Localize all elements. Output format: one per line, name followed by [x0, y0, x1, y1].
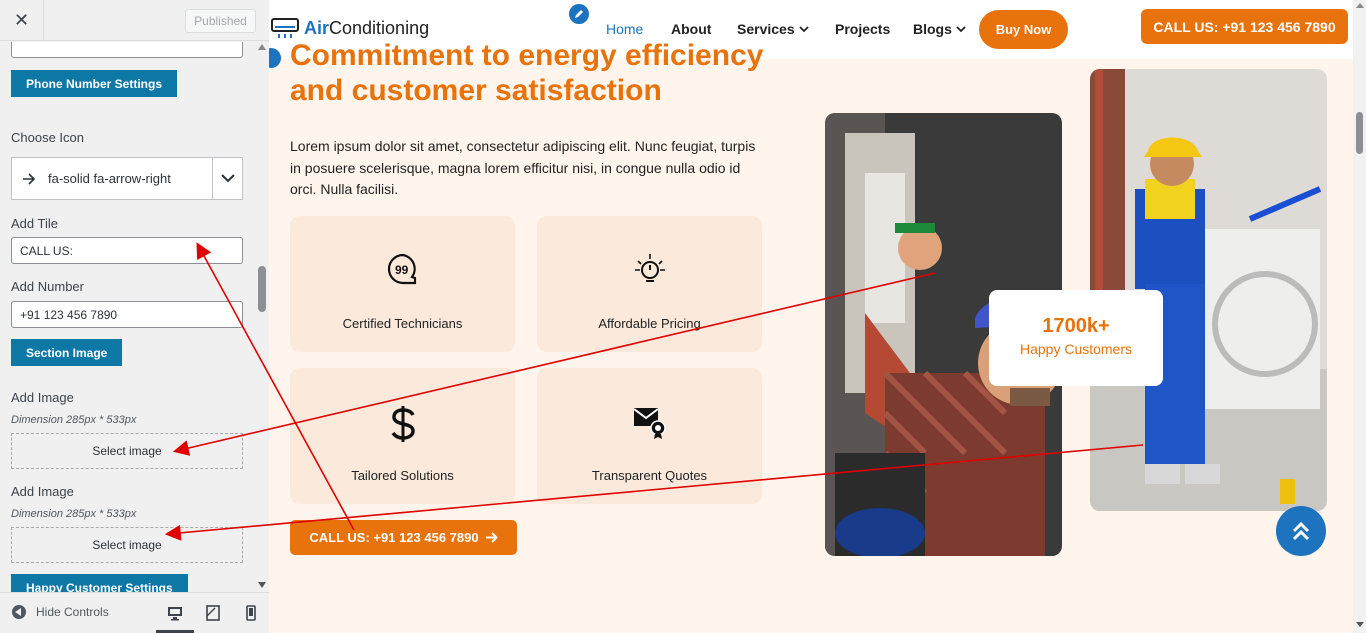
icon-select-value: fa-solid fa-arrow-right: [48, 171, 171, 186]
logo-rest: Conditioning: [329, 17, 430, 38]
image-dimension-hint: Dimension 285px * 533px: [11, 508, 137, 520]
number-input[interactable]: +91 123 456 7890: [11, 301, 243, 328]
sidebar-footer: Hide Controls: [0, 592, 269, 633]
feature-label: Affordable Pricing: [598, 316, 701, 331]
scroll-up-icon[interactable]: [258, 44, 266, 50]
choose-icon-label: Choose Icon: [11, 130, 84, 145]
ac-unit-icon: [271, 18, 299, 38]
customizer-sidebar: ✕ Published Phone Number Settings Choose…: [0, 0, 269, 633]
sidebar-scrollbar[interactable]: [256, 42, 269, 592]
logo-brand: Air: [304, 17, 330, 38]
previous-field[interactable]: [11, 42, 243, 58]
edit-shortcut-button[interactable]: [567, 2, 591, 26]
close-button[interactable]: ✕: [0, 0, 44, 41]
nav-home[interactable]: Home: [606, 21, 643, 37]
section-image-button[interactable]: Section Image: [11, 339, 123, 366]
scroll-thumb[interactable]: [1356, 112, 1363, 154]
section-headline: Commitment to energy efficiency and cust…: [290, 38, 790, 108]
scroll-to-top-button[interactable]: [1276, 506, 1326, 556]
mail-badge-icon: [632, 408, 666, 439]
feature-label: Transparent Quotes: [591, 468, 708, 483]
site-logo[interactable]: AirConditioning: [271, 17, 429, 39]
feature-card: 99 Certified Technicians: [290, 216, 515, 352]
image-dimension-hint: Dimension 285px * 533px: [11, 414, 137, 426]
chevron-down-icon: [956, 25, 966, 32]
select-image-button[interactable]: Select image: [11, 433, 243, 469]
nav-about[interactable]: About: [671, 21, 711, 37]
buy-now-button[interactable]: Buy Now: [979, 10, 1068, 49]
title-input[interactable]: CALL US:: [11, 237, 243, 264]
nav-services-label: Services: [737, 21, 795, 37]
double-chevron-up-icon: [1292, 521, 1310, 541]
phone-number-settings-button[interactable]: Phone Number Settings: [11, 70, 178, 97]
chevron-down-icon: [220, 174, 235, 183]
scroll-thumb[interactable]: [258, 266, 266, 312]
headline-line-2: and customer satisfaction: [290, 74, 662, 107]
feature-card: Transparent Quotes: [537, 368, 762, 504]
nav-blogs-label: Blogs: [913, 21, 952, 37]
happy-customer-settings-button[interactable]: Happy Customer Settings: [11, 574, 188, 592]
sidebar-controls: Phone Number Settings Choose Icon fa-sol…: [0, 42, 256, 592]
tablet-icon[interactable]: [205, 605, 221, 621]
scroll-down-icon[interactable]: [1356, 622, 1364, 627]
happy-customers-card: 1700k+ Happy Customers: [989, 290, 1163, 386]
nav-blogs[interactable]: Blogs: [913, 21, 966, 37]
arrow-right-icon: [23, 172, 36, 185]
scroll-down-icon[interactable]: [258, 582, 266, 588]
feature-label: Tailored Solutions: [351, 468, 454, 483]
chevron-down-icon: [798, 25, 809, 32]
add-image-label: Add Image: [11, 390, 74, 405]
preview-scrollbar[interactable]: [1353, 0, 1366, 633]
happy-text: Happy Customers: [1019, 341, 1133, 357]
section-paragraph: Lorem ipsum dolor sit amet, consectetur …: [290, 138, 756, 197]
feature-card: Affordable Pricing: [537, 216, 762, 352]
header-call-button[interactable]: CALL US: +91 123 456 7890: [1141, 9, 1348, 44]
customizer-window: ✕ Published Phone Number Settings Choose…: [0, 0, 1366, 633]
add-image-label: Add Image: [11, 484, 74, 499]
mobile-icon[interactable]: [243, 605, 259, 621]
svg-text:99: 99: [395, 263, 409, 277]
site-preview: AirConditioning Home About Services Proj…: [269, 0, 1353, 633]
hide-controls-label: Hide Controls: [36, 605, 109, 619]
icon-select[interactable]: fa-solid fa-arrow-right: [11, 157, 243, 200]
close-icon: ✕: [13, 10, 30, 30]
scroll-up-icon[interactable]: [1356, 3, 1364, 8]
quote-99-icon: 99: [387, 253, 416, 285]
happy-count: 1700k+: [1042, 315, 1110, 337]
headline-line-1: Commitment to energy efficiency: [290, 39, 764, 72]
select-toggle[interactable]: [212, 158, 242, 199]
dollar-icon: [391, 406, 415, 442]
add-number-label: Add Number: [11, 279, 84, 294]
nav-projects[interactable]: Projects: [835, 21, 890, 37]
feature-label: Certified Technicians: [342, 316, 463, 331]
call-us-label: CALL US: +91 123 456 7890: [309, 530, 479, 545]
call-us-button[interactable]: CALL US: +91 123 456 7890: [290, 520, 517, 555]
select-image-button[interactable]: Select image: [11, 527, 243, 563]
hide-controls-button[interactable]: Hide Controls: [12, 605, 109, 619]
add-title-label: Add Tile: [11, 216, 58, 231]
arrow-right-icon: [485, 532, 498, 543]
sidebar-header: ✕ Published: [0, 0, 269, 41]
published-button[interactable]: Published: [185, 9, 256, 33]
desktop-icon[interactable]: [167, 605, 183, 621]
feature-card: Tailored Solutions: [290, 368, 515, 504]
collapse-icon: [12, 605, 26, 619]
power-bulb-icon: [634, 254, 665, 282]
nav-services[interactable]: Services: [737, 21, 809, 37]
pencil-icon: [575, 10, 583, 18]
